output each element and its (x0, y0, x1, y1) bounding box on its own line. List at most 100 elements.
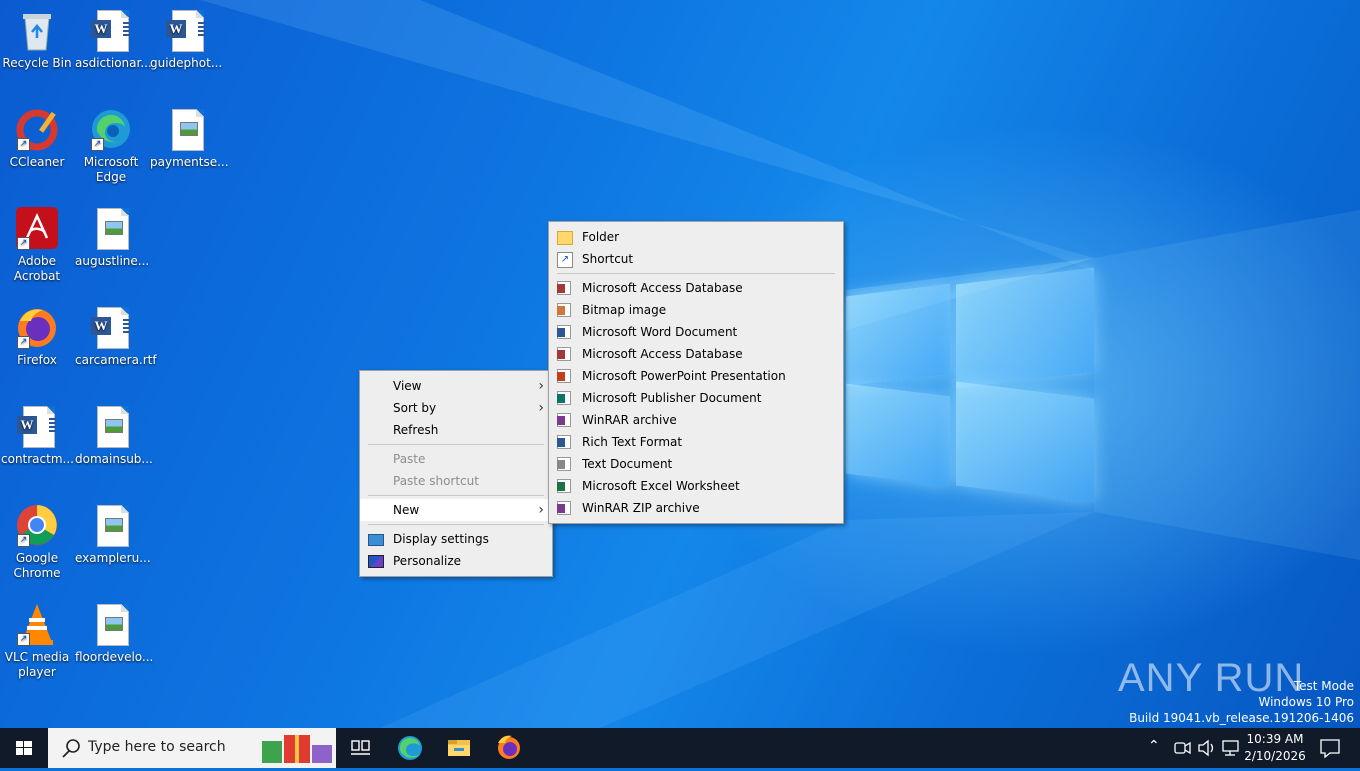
word-icon (557, 325, 571, 339)
desktop-icon-paymentse[interactable]: paymentse... (150, 107, 229, 170)
display-settings-icon (368, 534, 384, 546)
new-item-folder[interactable]: Folder (549, 226, 843, 248)
desktop[interactable]: Recycle Bin W asdictionar... W guidephot… (0, 0, 1360, 728)
new-item-winrar[interactable]: WinRAR archive (549, 409, 843, 431)
menu-item-label: Microsoft PowerPoint Presentation (582, 369, 786, 383)
word-document-icon: W (89, 8, 133, 52)
access-icon (557, 281, 571, 295)
menu-item-sort-by[interactable]: Sort by › (360, 397, 552, 419)
menu-item-label: Sort by (393, 401, 437, 415)
adobe-acrobat-icon: ↗ (15, 206, 59, 250)
desktop-icon-label: Recycle Bin (2, 56, 72, 70)
start-button[interactable] (0, 728, 48, 768)
word-document-icon: W (15, 404, 59, 448)
menu-item-label: New (393, 503, 420, 517)
desktop-icon-carcamera[interactable]: W carcamera.rtf (75, 305, 157, 368)
menu-item-new[interactable]: New › (360, 499, 552, 521)
search-input[interactable]: Type here to search (88, 739, 226, 755)
desktop-icon-floordevelo[interactable]: floordevelo... (75, 602, 154, 665)
menu-separator (368, 495, 544, 496)
windows-start-icon (16, 741, 32, 755)
gift-icon (262, 735, 332, 763)
desktop-icon-label: asdictionar... (75, 56, 152, 70)
personalize-icon (368, 555, 384, 568)
desktop-icon-recycle-bin[interactable]: Recycle Bin (1, 8, 73, 71)
desktop-icon-label: Google Chrome (13, 551, 61, 580)
menu-item-paste[interactable]: Paste (360, 448, 552, 470)
desktop-icon-ccleaner[interactable]: ↗ CCleaner (1, 107, 73, 170)
desktop-icon-firefox[interactable]: ↗ Firefox (1, 305, 73, 368)
menu-item-label: WinRAR ZIP archive (582, 501, 700, 515)
desktop-icon-asdictionar[interactable]: W asdictionar... (75, 8, 152, 71)
desktop-icon-label: Adobe Acrobat (13, 254, 61, 283)
taskbar-clock[interactable]: 10:39 AM 2/10/2026 (1244, 731, 1306, 765)
new-item-bitmap[interactable]: Bitmap image (549, 299, 843, 321)
image-file-icon (89, 206, 133, 250)
menu-item-label: Microsoft Access Database (582, 281, 743, 295)
desktop-icon-exampleru[interactable]: exampleru... (75, 503, 151, 566)
file-explorer-icon (448, 740, 470, 756)
chrome-icon: ↗ (15, 503, 59, 547)
taskbar-search-box[interactable]: Type here to search (48, 728, 336, 768)
new-item-word[interactable]: Microsoft Word Document (549, 321, 843, 343)
menu-item-label: Folder (582, 230, 620, 244)
excel-icon (557, 479, 571, 493)
taskbar-firefox-button[interactable] (484, 728, 532, 768)
menu-item-label: Paste shortcut (393, 474, 479, 488)
menu-item-label: Microsoft Excel Worksheet (582, 479, 740, 493)
search-icon (62, 739, 80, 758)
new-item-access[interactable]: Microsoft Access Database (549, 343, 843, 365)
notifications-icon[interactable] (1310, 728, 1350, 768)
menu-item-view[interactable]: View › (360, 375, 552, 397)
new-item-shortcut[interactable]: ↗ Shortcut (549, 248, 843, 270)
taskbar-file-explorer-button[interactable] (435, 728, 483, 768)
desktop-icon-vlc[interactable]: ↗ VLC media player (1, 602, 73, 680)
menu-item-display-settings[interactable]: Display settings (360, 528, 552, 550)
desktop-icon-augustline[interactable]: augustline... (75, 206, 149, 269)
desktop-icon-label: contractm... (1, 452, 74, 466)
desktop-icon-acrobat[interactable]: ↗ Adobe Acrobat (1, 206, 73, 284)
bitmap-icon (557, 303, 571, 317)
desktop-icon-edge[interactable]: ↗ Microsoft Edge (75, 107, 147, 185)
meet-now-icon[interactable] (1172, 728, 1192, 768)
build-text: Build 19041.vb_release.191206-1406 (1129, 711, 1354, 725)
edge-icon (398, 736, 422, 760)
new-item-excel[interactable]: Microsoft Excel Worksheet (549, 475, 843, 497)
publisher-icon (557, 391, 571, 405)
word-document-icon: W (164, 8, 208, 52)
desktop-icon-contractm[interactable]: W contractm... (1, 404, 74, 467)
desktop-context-menu: View › Sort by › Refresh Paste Paste short… (359, 370, 553, 577)
menu-separator (557, 273, 835, 274)
volume-icon[interactable] (1196, 728, 1218, 768)
desktop-icon-label: CCleaner (9, 155, 65, 169)
chevron-right-icon: › (538, 378, 544, 394)
menu-item-paste-shortcut[interactable]: Paste shortcut (360, 470, 552, 492)
new-item-winrar-zip[interactable]: WinRAR ZIP archive (549, 497, 843, 519)
new-item-text-document[interactable]: Text Document (549, 453, 843, 475)
new-item-publisher[interactable]: Microsoft Publisher Document (549, 387, 843, 409)
image-file-icon (164, 107, 208, 151)
new-submenu: Folder ↗ Shortcut Microsoft Access Datab… (548, 221, 844, 524)
new-item-rtf[interactable]: Rich Text Format (549, 431, 843, 453)
shortcut-icon: ↗ (557, 252, 573, 268)
menu-item-personalize[interactable]: Personalize (360, 550, 552, 572)
network-icon[interactable] (1220, 728, 1242, 768)
menu-item-label: View (393, 379, 422, 393)
desktop-icon-domainsub[interactable]: domainsub... (75, 404, 153, 467)
taskbar-edge-button[interactable] (386, 728, 434, 768)
winrar-icon (557, 413, 571, 427)
show-hidden-icons-button[interactable]: ⌃ (1148, 738, 1160, 754)
menu-item-label: Personalize (393, 554, 462, 568)
desktop-icon-label: domainsub... (75, 452, 153, 466)
firefox-icon (498, 735, 520, 759)
desktop-icon-guidephot[interactable]: W guidephot... (150, 8, 222, 71)
desktop-icon-label: floordevelo... (75, 650, 154, 664)
new-item-powerpoint[interactable]: Microsoft PowerPoint Presentation (549, 365, 843, 387)
desktop-icon-label: guidephot... (150, 56, 223, 70)
image-file-icon (89, 404, 133, 448)
desktop-icon-chrome[interactable]: ↗ Google Chrome (1, 503, 73, 581)
desktop-icon-label: exampleru... (75, 551, 151, 565)
task-view-button[interactable] (336, 728, 384, 768)
new-item-access[interactable]: Microsoft Access Database (549, 277, 843, 299)
menu-item-refresh[interactable]: Refresh (360, 419, 552, 441)
